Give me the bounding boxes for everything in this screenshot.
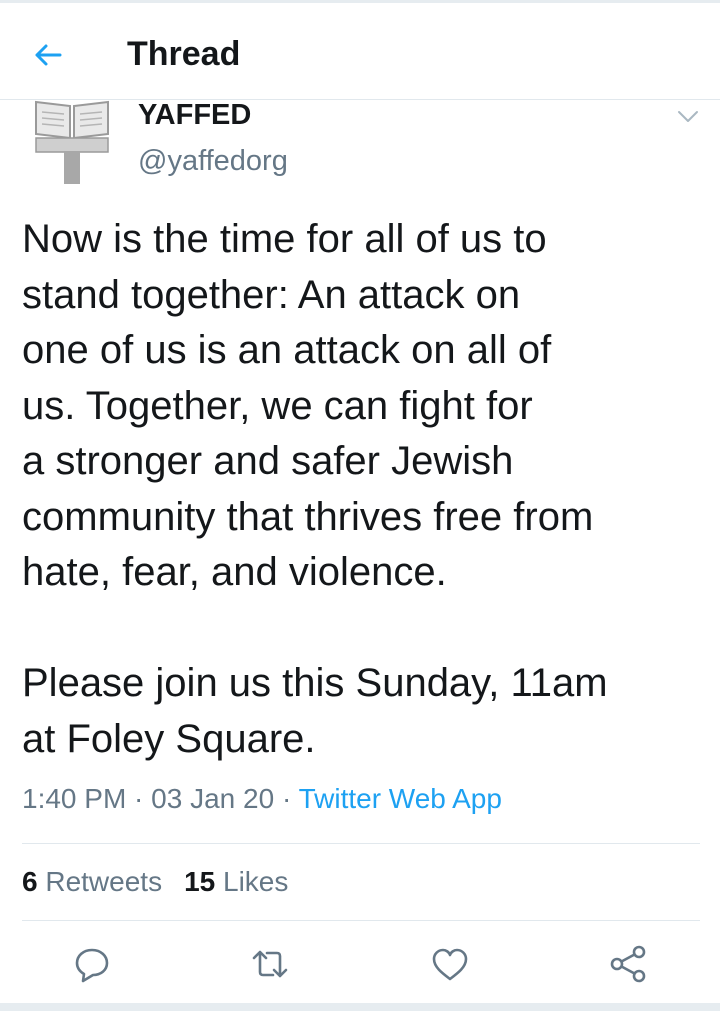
likes-label: Likes [223, 866, 289, 897]
retweet-icon[interactable] [248, 942, 292, 986]
like-icon[interactable] [428, 942, 472, 986]
top-bar: Thread [0, 0, 720, 100]
reply-icon[interactable] [70, 942, 114, 986]
bottom-strip [0, 1003, 720, 1011]
chevron-down-icon[interactable] [676, 106, 700, 128]
author-name[interactable]: YAFFED [138, 99, 251, 132]
divider [22, 843, 700, 844]
page-title: Thread [127, 35, 241, 73]
tweet-meta: 1:40 PM · 03 Jan 20 · Twitter Web App [22, 783, 502, 815]
back-arrow-icon[interactable] [30, 37, 66, 73]
avatar[interactable] [34, 100, 110, 184]
engagement-stats: 6 Retweets 15 Likes [22, 866, 288, 898]
retweets-stat[interactable]: 6 Retweets [22, 866, 162, 897]
meta-separator: · [126, 783, 152, 814]
meta-separator: · [274, 783, 299, 814]
tweet-text: Now is the time for all of us to stand t… [22, 217, 608, 761]
share-icon[interactable] [606, 942, 650, 986]
likes-count: 15 [184, 866, 216, 897]
retweets-count: 6 [22, 866, 38, 897]
divider [22, 920, 700, 921]
tweet-source-link[interactable]: Twitter Web App [299, 783, 502, 814]
author-handle[interactable]: @yaffedorg [138, 145, 288, 178]
tweet-date: 03 Jan 20 [151, 783, 275, 814]
tweet-time: 1:40 PM [22, 783, 127, 814]
retweets-label: Retweets [45, 866, 163, 897]
likes-stat[interactable]: 15 Likes [184, 866, 288, 897]
